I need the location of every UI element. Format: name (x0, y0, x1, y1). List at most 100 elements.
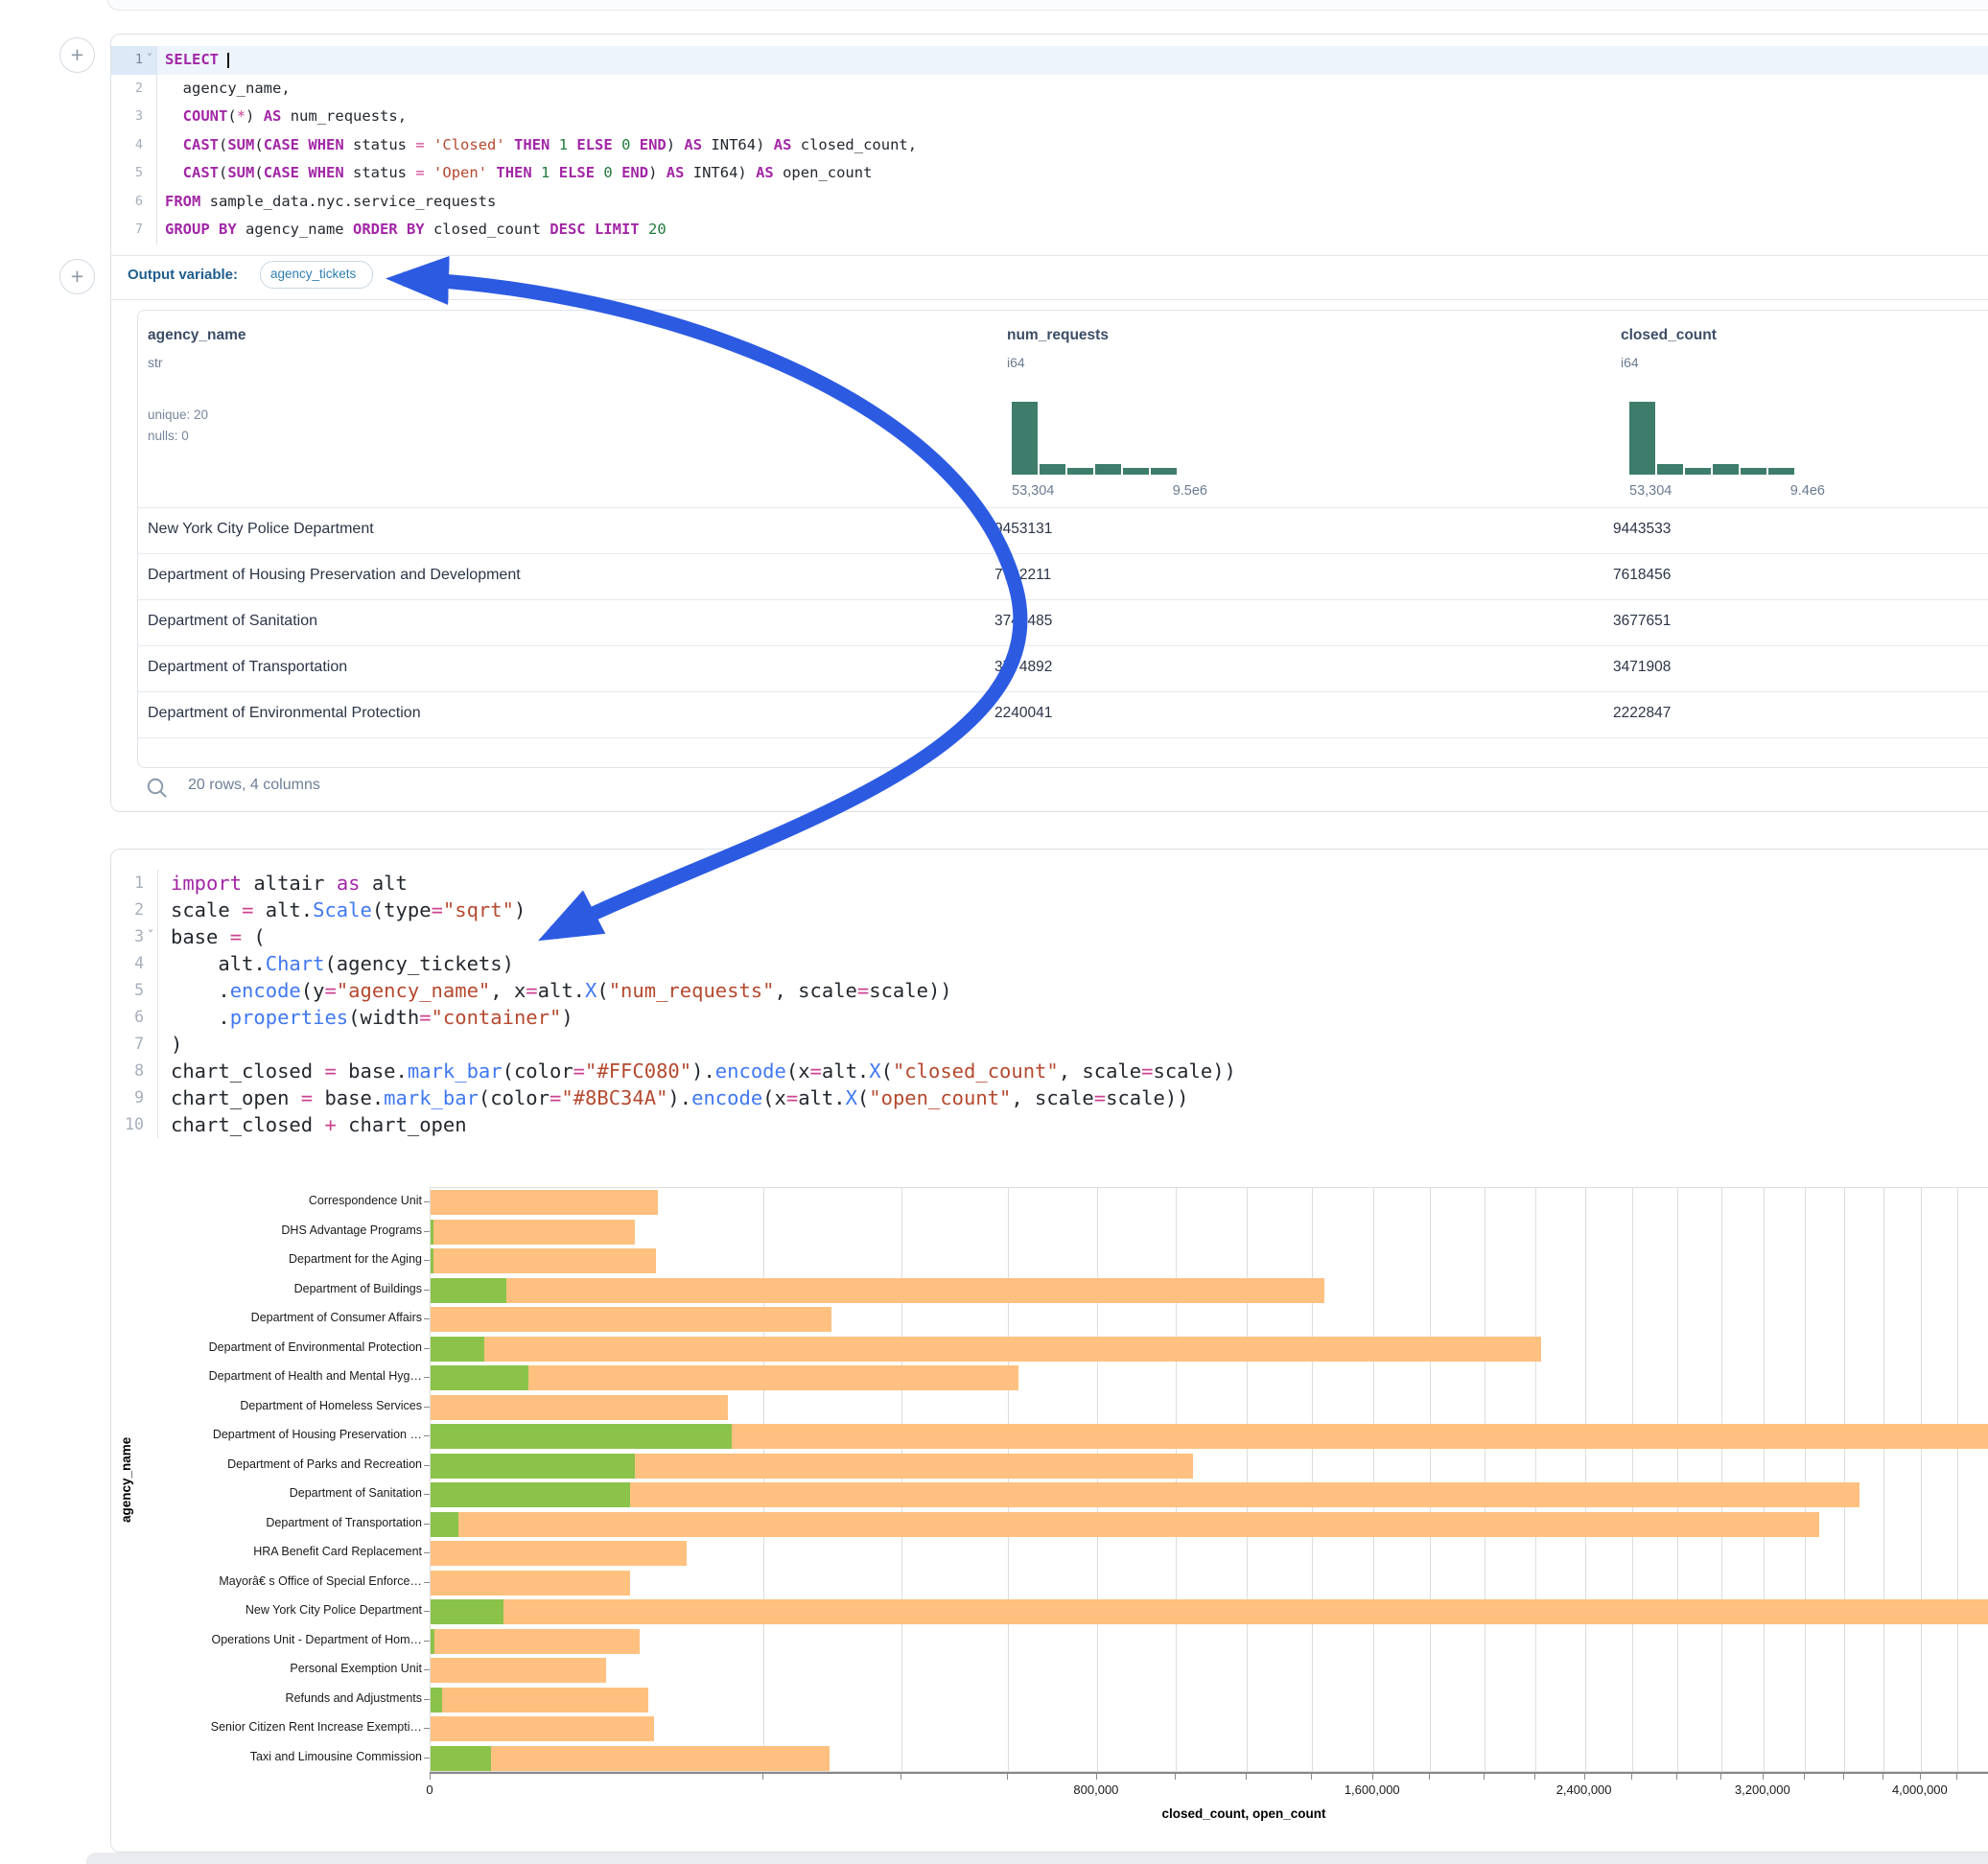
gridline (1373, 1188, 1374, 1771)
line-number: 5 (111, 159, 157, 188)
y-tick (424, 1435, 430, 1436)
y-axis-title: agency_name (119, 1437, 133, 1523)
gridline (1805, 1188, 1806, 1771)
y-axis-label: HRA Benefit Card Replacement (105, 1545, 422, 1558)
previous-cell-bottom-edge (107, 0, 1988, 11)
x-tick (762, 1774, 763, 1780)
x-tick (1175, 1774, 1176, 1780)
line-number: 6 (111, 188, 157, 217)
code-line[interactable]: 5 CAST(SUM(CASE WHEN status = 'Open' THE… (111, 159, 1988, 188)
line-number: 2 (111, 75, 157, 104)
table-footer: 20 rows, 4 columns (111, 768, 1988, 811)
x-tick (1804, 1774, 1805, 1780)
fold-chevron-icon[interactable]: ˇ (143, 54, 156, 67)
x-tick (1676, 1774, 1677, 1780)
code-line[interactable]: 1ˇSELECT (111, 46, 1988, 75)
gridline (1844, 1188, 1845, 1771)
bar-open-count (431, 1365, 528, 1390)
chart-plot-area (430, 1187, 1988, 1772)
table-row[interactable]: Department of Sanitation37494853677651 (138, 599, 1988, 646)
code-line[interactable]: 6FROM sample_data.nyc.service_requests (111, 188, 1988, 217)
table-row-count: 20 rows, 4 columns (188, 777, 320, 794)
altair-chart: Correspondence UnitDHS Advantage Program… (111, 850, 1988, 1852)
x-tick (1534, 1774, 1535, 1780)
bar-open-count (431, 1482, 630, 1507)
column-header-closed_count[interactable]: closed_count (1621, 327, 1717, 344)
code-text: agency_name, (157, 75, 1988, 104)
gridline (1883, 1188, 1884, 1771)
column-histogram (1629, 402, 1794, 475)
y-axis-label: Operations Unit - Department of Hom… (105, 1633, 422, 1646)
bar-open-count (431, 1424, 732, 1449)
add-cell-button-top[interactable]: + (59, 37, 95, 73)
histogram-range: 53,3049.5e6 (1012, 483, 1207, 499)
x-tick (1584, 1774, 1585, 1780)
y-axis-label: Mayorâ€ s Office of Special Enforce… (105, 1574, 422, 1588)
table-cell: 7618456 (1613, 567, 1671, 584)
x-tick (1096, 1774, 1097, 1780)
y-tick (424, 1465, 430, 1466)
y-tick (424, 1231, 430, 1232)
table-cell: New York City Police Department (148, 521, 374, 538)
table-row[interactable]: Department of Housing Preservation and D… (138, 553, 1988, 600)
y-tick (424, 1260, 430, 1261)
table-cell: Department of Transportation (148, 659, 347, 676)
y-axis-label: Department of Sanitation (105, 1486, 422, 1500)
code-line[interactable]: 2 agency_name, (111, 75, 1988, 104)
y-axis-label: Taxi and Limousine Commission (105, 1750, 422, 1763)
code-line[interactable]: 7GROUP BY agency_name ORDER BY closed_co… (111, 216, 1988, 245)
column-type: i64 (1621, 355, 1639, 370)
code-text: CAST(SUM(CASE WHEN status = 'Closed' THE… (157, 131, 1988, 160)
y-axis-label: Department of Transportation (105, 1516, 422, 1529)
table-cell: 9443533 (1613, 521, 1671, 538)
bar-closed-count (431, 1541, 687, 1566)
code-text: FROM sample_data.nyc.service_requests (157, 188, 1988, 217)
bar-closed-count (431, 1395, 728, 1420)
y-tick (424, 1377, 430, 1378)
code-text: CAST(SUM(CASE WHEN status = 'Open' THEN … (157, 159, 1988, 188)
y-axis-label: Correspondence Unit (105, 1194, 422, 1207)
cell-divider (111, 299, 1988, 300)
code-line[interactable]: 3 COUNT(*) AS num_requests, (111, 103, 1988, 131)
column-header-agency_name[interactable]: agency_name (148, 327, 246, 344)
bar-open-count (431, 1278, 506, 1303)
add-cell-button-middle[interactable]: + (59, 259, 95, 294)
y-tick (424, 1641, 430, 1642)
bar-closed-count (431, 1220, 635, 1245)
bar-open-count (431, 1629, 434, 1654)
table-cell: Department of Housing Preservation and D… (148, 567, 521, 584)
table-row[interactable]: New York City Police Department945313194… (138, 507, 1988, 554)
column-stat: nulls: 0 (148, 429, 189, 443)
bar-closed-count (431, 1248, 656, 1273)
table-row[interactable]: Department of Environmental Protection22… (138, 691, 1988, 738)
bar-closed-count (431, 1482, 1859, 1507)
bar-closed-count (431, 1337, 1541, 1362)
table-cell: 3677651 (1613, 613, 1671, 630)
bar-closed-count (431, 1688, 648, 1713)
output-variable-pill[interactable]: agency_tickets (260, 261, 373, 289)
gridline (1430, 1188, 1431, 1771)
table-row[interactable]: Department of Transportation377489234719… (138, 645, 1988, 692)
gridline (1585, 1188, 1586, 1771)
gridline (1957, 1188, 1958, 1771)
bar-closed-count (431, 1629, 640, 1654)
bar-closed-count (431, 1658, 606, 1683)
table-cell: 2222847 (1613, 705, 1671, 722)
bar-open-count (431, 1512, 458, 1537)
x-tick (1484, 1774, 1485, 1780)
sql-editor[interactable]: 1ˇSELECT 2 agency_name,3 COUNT(*) AS num… (111, 46, 1988, 245)
x-axis-tick-label: 0 (426, 1782, 433, 1797)
x-axis-line (430, 1772, 1988, 1774)
bar-closed-count (431, 1278, 1324, 1303)
y-axis-label: New York City Police Department (105, 1603, 422, 1617)
code-text: COUNT(*) AS num_requests, (157, 103, 1988, 131)
x-axis-tick-label: 1,600,000 (1345, 1782, 1400, 1797)
column-header-num_requests[interactable]: num_requests (1007, 327, 1109, 344)
x-axis-tick-label: 3,200,000 (1735, 1782, 1790, 1797)
gridline (1008, 1188, 1009, 1771)
search-icon[interactable] (145, 776, 170, 801)
y-tick (424, 1318, 430, 1319)
code-line[interactable]: 4 CAST(SUM(CASE WHEN status = 'Closed' T… (111, 131, 1988, 160)
bar-open-count (431, 1599, 503, 1624)
gridline (1921, 1188, 1922, 1771)
